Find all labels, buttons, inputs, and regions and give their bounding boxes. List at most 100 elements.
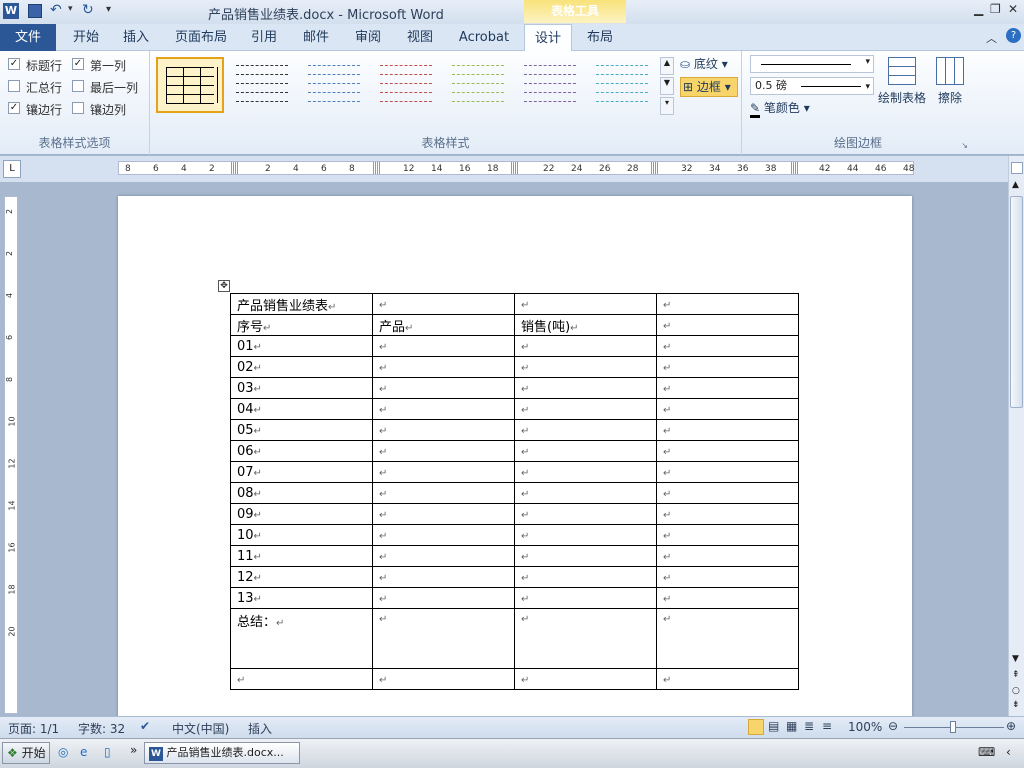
view-ruler-toggle-icon[interactable]: [1011, 162, 1023, 174]
table-style-thumb[interactable]: [516, 57, 584, 113]
line-style-select[interactable]: ▾: [750, 55, 874, 73]
table-cell[interactable]: 06↵: [230, 440, 373, 462]
table-cell[interactable]: ↵: [372, 293, 515, 315]
table-cell[interactable]: 04↵: [230, 398, 373, 420]
table-cell[interactable]: ↵: [372, 503, 515, 525]
table-cell[interactable]: ↵: [656, 566, 799, 588]
word-count[interactable]: 字数: 32: [78, 720, 125, 737]
table-cell[interactable]: ↵: [514, 377, 657, 399]
checkbox-header-row[interactable]: ✓: [8, 58, 20, 70]
table-cell[interactable]: ↵: [514, 419, 657, 441]
table-cell[interactable]: ↵: [514, 356, 657, 378]
table-move-handle-icon[interactable]: ✥: [218, 280, 230, 292]
start-button[interactable]: ❖ 开始: [2, 742, 50, 764]
table-cell[interactable]: ↵: [656, 356, 799, 378]
word-app-icon[interactable]: W: [3, 3, 19, 19]
table-cell[interactable]: 08↵: [230, 482, 373, 504]
scroll-thumb[interactable]: [1010, 196, 1023, 408]
dialog-launcher-icon[interactable]: ↘: [961, 141, 968, 150]
quicklaunch-browser-icon[interactable]: e: [80, 745, 87, 759]
table-cell[interactable]: ↵: [514, 668, 657, 690]
table-style-thumb[interactable]: [228, 57, 296, 113]
table-cell[interactable]: ↵: [372, 545, 515, 567]
browse-object-icon[interactable]: ○: [1012, 686, 1020, 696]
table-cell[interactable]: ↵: [372, 566, 515, 588]
table-cell[interactable]: ↵: [372, 524, 515, 546]
table-cell[interactable]: ↵: [372, 668, 515, 690]
tab-mailings[interactable]: 邮件: [296, 24, 336, 51]
table-style-thumb[interactable]: [372, 57, 440, 113]
column-marker[interactable]: [373, 162, 381, 174]
document-page[interactable]: ✥ 产品销售业绩表↵ ↵ ↵ ↵ 序号↵ 产品↵ 销售(吨)↵ ↵ 01↵ ↵ ↵ ↵ 02↵ ↵ ↵ ↵ 03…: [118, 196, 912, 716]
table-cell[interactable]: ↵: [514, 545, 657, 567]
table-cell[interactable]: 总结：↵: [230, 608, 373, 669]
table-cell[interactable]: ↵: [372, 377, 515, 399]
checkbox-banded-rows[interactable]: ✓: [8, 102, 20, 114]
tab-references[interactable]: 引用: [244, 24, 284, 51]
tab-file[interactable]: 文件: [0, 24, 56, 51]
pen-color-button[interactable]: ✎ 笔颜色 ▾: [750, 99, 830, 118]
zoom-out-icon[interactable]: ⊖: [888, 719, 898, 733]
table-cell[interactable]: ↵: [656, 503, 799, 525]
prev-page-icon[interactable]: ⇞: [1012, 670, 1020, 680]
zoom-slider-thumb[interactable]: [950, 721, 956, 733]
insert-mode[interactable]: 插入: [248, 720, 272, 737]
column-marker[interactable]: [791, 162, 799, 174]
table-cell[interactable]: ↵: [656, 668, 799, 690]
draft-view-icon[interactable]: ≡: [822, 719, 832, 733]
table-cell[interactable]: ↵: [372, 335, 515, 357]
tab-home[interactable]: 开始: [64, 24, 108, 51]
table-cell[interactable]: 07↵: [230, 461, 373, 483]
table-cell[interactable]: ↵: [656, 482, 799, 504]
table-cell[interactable]: 11↵: [230, 545, 373, 567]
sales-table[interactable]: 产品销售业绩表↵ ↵ ↵ ↵ 序号↵ 产品↵ 销售(吨)↵ ↵ 01↵ ↵ ↵ ↵ 02↵ ↵ ↵ ↵ 03↵ ↵…: [230, 293, 799, 690]
column-marker[interactable]: [651, 162, 659, 174]
table-cell[interactable]: 12↵: [230, 566, 373, 588]
table-cell[interactable]: 产品↵: [372, 314, 515, 336]
next-page-icon[interactable]: ⇟: [1012, 700, 1020, 710]
shading-button[interactable]: ⛀ 底纹 ▾: [680, 55, 738, 75]
table-cell[interactable]: ↵: [656, 335, 799, 357]
table-cell[interactable]: 02↵: [230, 356, 373, 378]
tab-page-layout[interactable]: 页面布局: [170, 24, 232, 51]
zoom-level[interactable]: 100%: [848, 720, 882, 734]
help-icon[interactable]: ?: [1006, 28, 1021, 43]
table-cell[interactable]: ↵: [372, 608, 515, 669]
table-cell[interactable]: ↵: [514, 566, 657, 588]
restore-button[interactable]: ❐: [990, 2, 1001, 16]
table-cell[interactable]: ↵: [656, 398, 799, 420]
table-cell[interactable]: 产品销售业绩表↵: [230, 293, 373, 315]
table-cell[interactable]: ↵: [372, 356, 515, 378]
table-cell[interactable]: ↵: [656, 314, 799, 336]
table-cell[interactable]: ↵: [514, 293, 657, 315]
page-count[interactable]: 页面: 1/1: [8, 720, 59, 737]
table-cell[interactable]: ↵: [514, 461, 657, 483]
checkbox-first-column[interactable]: ✓: [72, 58, 84, 70]
table-cell[interactable]: ↵: [656, 293, 799, 315]
taskbar-word-window[interactable]: W 产品销售业绩表.docx...: [144, 742, 300, 764]
tab-review[interactable]: 审阅: [348, 24, 388, 51]
quicklaunch-ie-icon[interactable]: ◎: [58, 745, 68, 759]
table-cell[interactable]: ↵: [656, 524, 799, 546]
tab-insert[interactable]: 插入: [116, 24, 156, 51]
outline-view-icon[interactable]: ≣: [804, 719, 814, 733]
table-style-thumb[interactable]: [156, 57, 224, 113]
undo-icon[interactable]: ↶: [50, 2, 62, 18]
table-cell[interactable]: ↵: [372, 440, 515, 462]
save-icon[interactable]: [28, 4, 42, 18]
table-cell[interactable]: ↵: [656, 419, 799, 441]
tab-acrobat[interactable]: Acrobat: [454, 24, 514, 51]
table-cell[interactable]: ↵: [230, 668, 373, 690]
keyboard-icon[interactable]: ⌨: [978, 745, 995, 759]
gallery-scroll-up-icon[interactable]: ▲: [660, 57, 674, 75]
table-cell[interactable]: 销售(吨)↵: [514, 314, 657, 336]
borders-button[interactable]: ⊞ 边框 ▾: [680, 77, 738, 97]
tab-selector-button[interactable]: L: [3, 160, 21, 178]
print-layout-view-icon[interactable]: [748, 719, 764, 735]
customize-qat-icon[interactable]: ▾: [106, 4, 111, 15]
column-marker[interactable]: [231, 162, 239, 174]
table-cell[interactable]: 序号↵: [230, 314, 373, 336]
table-cell[interactable]: ↵: [656, 545, 799, 567]
checkbox-total-row[interactable]: [8, 80, 20, 92]
minimize-button[interactable]: ▁: [974, 2, 983, 16]
